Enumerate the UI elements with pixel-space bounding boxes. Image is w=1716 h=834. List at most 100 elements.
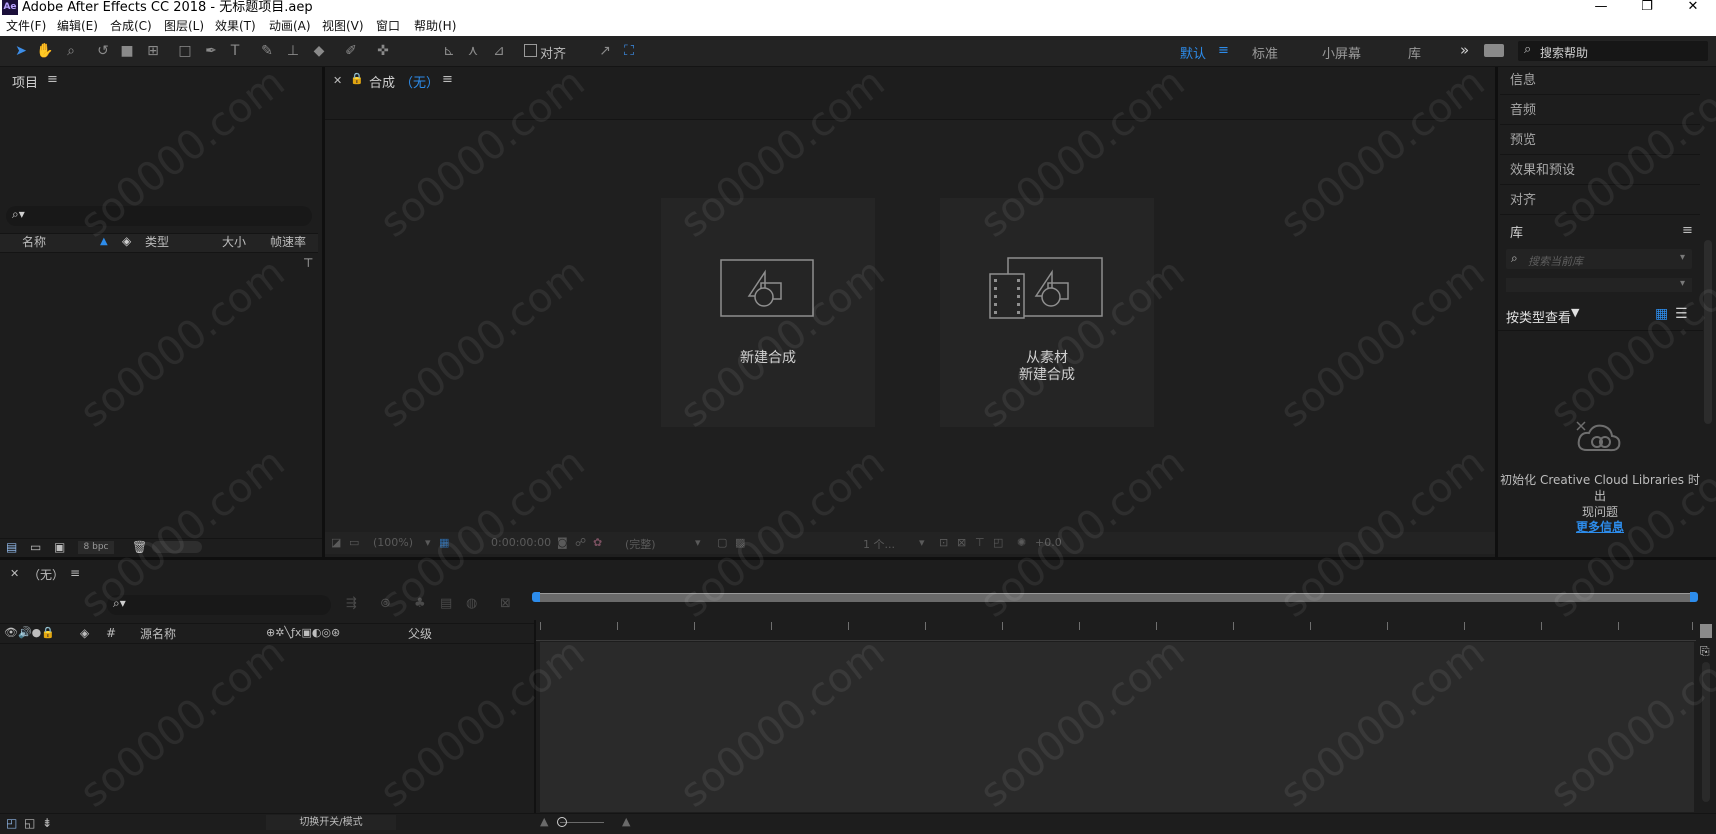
snap-target-icon[interactable]: ⛶ xyxy=(620,42,638,60)
menu-file[interactable]: 文件(F) xyxy=(6,18,46,34)
interpret-footage-icon[interactable]: ▤ xyxy=(6,540,17,554)
bit-depth-button[interactable]: 8 bpc xyxy=(78,541,114,554)
lock-icon[interactable]: 🔒 xyxy=(350,72,364,85)
color-channels-icon[interactable]: ✿ xyxy=(593,536,602,549)
snap-feather-icon[interactable]: ↗ xyxy=(596,42,614,60)
hand-tool-icon[interactable]: ✋ xyxy=(36,42,54,60)
layer-switches-icon[interactable]: ◰ xyxy=(6,816,17,830)
menu-view[interactable]: 视图(V) xyxy=(322,18,364,34)
toggle-switches-modes-button[interactable]: 切换开关/模式 xyxy=(266,815,396,830)
view-axis-icon[interactable]: ⊿ xyxy=(490,42,508,60)
av-features-icons[interactable]: 👁🔊●🔒 xyxy=(4,626,55,639)
local-axis-icon[interactable]: ⊾ xyxy=(440,42,458,60)
help-search-input[interactable]: ⌕ 搜索帮助 xyxy=(1518,41,1708,61)
column-parent[interactable]: 父级 xyxy=(408,625,432,642)
frame-blending-icon[interactable]: ▤ xyxy=(440,596,452,611)
pan-behind-tool-icon[interactable]: ⊞ xyxy=(144,42,162,60)
workspace-panel-icon[interactable] xyxy=(1484,44,1504,57)
minimize-button[interactable]: — xyxy=(1578,0,1624,16)
workspace-libraries[interactable]: 库 xyxy=(1408,43,1421,62)
shape-tool-icon[interactable]: □ xyxy=(176,42,194,60)
resolution-dropdown[interactable]: (完整) xyxy=(625,536,656,552)
selection-tool-icon[interactable]: ➤ xyxy=(12,42,30,60)
exposure-icon[interactable]: ✺ xyxy=(1017,536,1026,549)
menu-help[interactable]: 帮助(H) xyxy=(414,18,456,34)
column-size[interactable]: 大小 xyxy=(222,234,246,251)
column-name[interactable]: 名称 xyxy=(22,234,46,251)
library-search-input[interactable]: ⌕ 搜索当前库 ▾ xyxy=(1506,249,1692,269)
zoom-in-icon[interactable]: ▲ xyxy=(622,815,630,828)
caret-down-icon[interactable]: ▼ xyxy=(1571,306,1579,319)
snap-checkbox[interactable] xyxy=(524,44,537,57)
work-area-start-handle[interactable] xyxy=(532,592,540,602)
column-frame-rate[interactable]: 帧速率 xyxy=(270,234,306,251)
menu-composition[interactable]: 合成(C) xyxy=(110,18,152,34)
composition-menu-icon[interactable]: ≡ xyxy=(442,72,453,87)
info-panel-tab[interactable]: 信息 xyxy=(1500,66,1700,95)
column-source-name[interactable]: 源名称 xyxy=(140,625,176,642)
puppet-pin-tool-icon[interactable]: ✜ xyxy=(374,42,392,60)
close-tab-icon[interactable]: ✕ xyxy=(333,74,342,87)
new-folder-icon[interactable]: ▭ xyxy=(30,540,41,554)
graph-editor-icon[interactable]: ⊠ xyxy=(500,596,511,611)
time-ruler[interactable] xyxy=(536,618,1696,641)
column-layer-number[interactable]: # xyxy=(106,626,116,640)
menu-effect[interactable]: 效果(T) xyxy=(215,18,256,34)
more-workspaces-icon[interactable]: » xyxy=(1460,41,1469,59)
menu-window[interactable]: 窗口 xyxy=(376,18,400,34)
workspace-menu-icon[interactable]: ≡ xyxy=(1218,43,1229,58)
composition-tab-label[interactable]: 合成 xyxy=(369,72,395,91)
zoom-out-icon[interactable]: ▲ xyxy=(540,815,548,828)
close-tab-icon[interactable]: ✕ xyxy=(10,567,19,580)
world-axis-icon[interactable]: ⋏ xyxy=(464,42,482,60)
close-button[interactable]: ✕ xyxy=(1670,0,1716,16)
monitor-icon[interactable]: ▭ xyxy=(349,536,359,549)
maximize-button[interactable]: ❐ xyxy=(1624,0,1670,16)
roto-brush-tool-icon[interactable]: ✐ xyxy=(342,42,360,60)
camera-tool-icon[interactable]: ■ xyxy=(118,42,136,60)
zoom-dropdown[interactable]: (100%) xyxy=(373,536,413,549)
eraser-tool-icon[interactable]: ◆ xyxy=(310,42,328,60)
composition-name[interactable]: （无） xyxy=(400,72,439,91)
flowchart-view-icon[interactable]: ⊤ xyxy=(975,536,985,549)
work-area-end-handle[interactable] xyxy=(1690,592,1698,602)
pen-tool-icon[interactable]: ✒ xyxy=(202,42,220,60)
brush-tool-icon[interactable]: ✎ xyxy=(258,42,276,60)
chevron-down-icon[interactable]: ▾ xyxy=(1680,252,1685,263)
in-out-icon[interactable]: ⇟ xyxy=(42,816,52,830)
flowchart-icon[interactable]: ⊤ xyxy=(303,256,313,270)
zoom-tool-icon[interactable]: ⌕ xyxy=(62,42,80,60)
label-tag-icon[interactable]: ◈ xyxy=(80,626,89,640)
snapshot-icon[interactable]: ◙ xyxy=(557,536,568,549)
fast-preview-icon[interactable]: ⊡ xyxy=(939,536,948,549)
library-select-dropdown[interactable]: ▾ xyxy=(1506,278,1692,292)
transfer-controls-icon[interactable]: ◱ xyxy=(24,816,35,830)
menu-layer[interactable]: 图层(L) xyxy=(164,18,204,34)
new-composition-icon[interactable]: ▣ xyxy=(54,540,65,554)
column-type[interactable]: 类型 xyxy=(145,234,169,251)
workspace-standard[interactable]: 标准 xyxy=(1252,43,1278,62)
resolution-chevron-icon[interactable]: ▾ xyxy=(695,536,701,549)
menu-animation[interactable]: 动画(A) xyxy=(269,18,311,34)
view-by-type-dropdown[interactable]: 按类型查看 xyxy=(1506,307,1571,326)
views-chevron-icon[interactable]: ▾ xyxy=(919,536,925,549)
timeline-divider[interactable] xyxy=(534,620,536,813)
label-tag-icon[interactable]: ◈ xyxy=(122,234,131,248)
timeline-search-input[interactable]: ⌕▾ xyxy=(107,595,331,615)
show-snapshot-icon[interactable]: ☍ xyxy=(575,536,586,549)
timeline-tab-label[interactable]: （无） xyxy=(28,566,64,583)
project-search-input[interactable]: ⌕▾ xyxy=(6,206,312,226)
workspace-default[interactable]: 默认 xyxy=(1180,43,1206,62)
reset-exposure-icon[interactable]: ◰ xyxy=(993,536,1003,549)
menu-edit[interactable]: 编辑(E) xyxy=(57,18,98,34)
timeline-zoom-slider-handle[interactable] xyxy=(557,817,567,827)
timeline-menu-icon[interactable]: ≡ xyxy=(70,566,80,580)
workspace-small-screen[interactable]: 小屏幕 xyxy=(1322,43,1361,62)
switches-icons[interactable]: ⊕✲╲ƒx▣◐◎⊛ xyxy=(266,626,340,639)
rotate-tool-icon[interactable]: ↺ xyxy=(94,42,112,60)
comp-mini-flowchart-icon[interactable]: ⇶ xyxy=(346,596,357,611)
timeline-zoom-marker-icon[interactable] xyxy=(1700,624,1712,638)
toggle-timeline-icon[interactable]: ⊠ xyxy=(957,536,966,549)
views-dropdown[interactable]: 1 个... xyxy=(863,536,895,552)
library-menu-icon[interactable]: ≡ xyxy=(1682,223,1693,238)
